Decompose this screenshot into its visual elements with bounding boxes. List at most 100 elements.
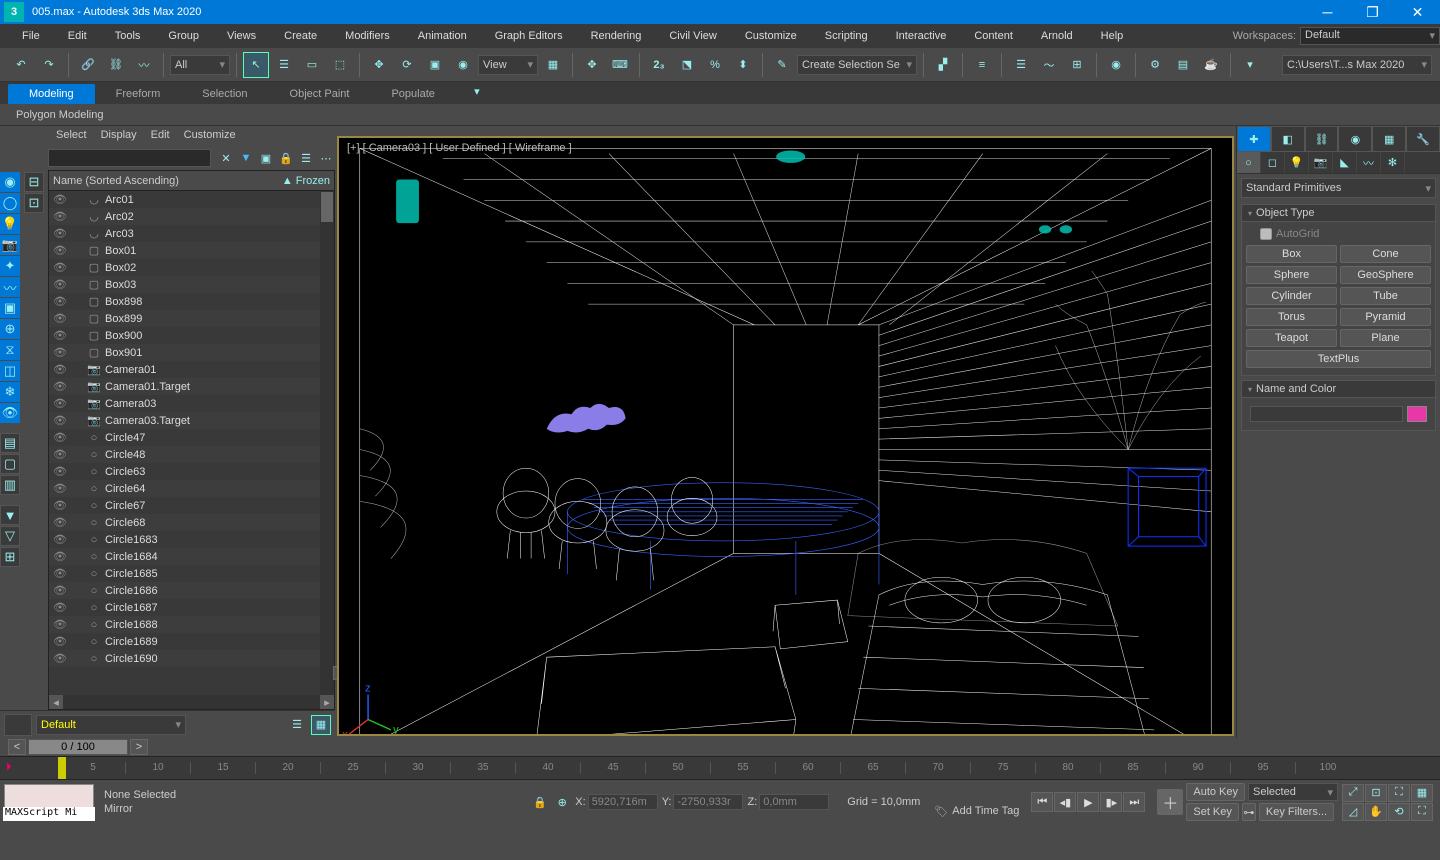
filter-containers-icon[interactable]: ◫ <box>0 361 20 381</box>
align-button[interactable]: ≡ <box>969 52 995 78</box>
open-explorer-button[interactable]: ▾ <box>1237 52 1263 78</box>
freeze-icon[interactable] <box>69 482 83 496</box>
list-item[interactable]: 👁○Circle1683 <box>49 531 334 548</box>
primitive-cylinder-button[interactable]: Cylinder <box>1246 287 1337 305</box>
menu-help[interactable]: Help <box>1087 27 1138 45</box>
edit-named-sel-button[interactable]: ✎ <box>769 52 795 78</box>
visibility-icon[interactable]: 👁 <box>53 312 67 326</box>
hierarchy-tab-icon[interactable]: ⛓ <box>1305 126 1339 152</box>
prev-frame-icon[interactable]: ◂▮ <box>1054 792 1076 812</box>
percent-snap-button[interactable]: % <box>702 52 728 78</box>
list-item[interactable]: 👁▢Box900 <box>49 327 334 344</box>
menu-create[interactable]: Create <box>270 27 331 45</box>
freeze-icon[interactable] <box>69 397 83 411</box>
visibility-icon[interactable]: 👁 <box>53 499 67 513</box>
visibility-icon[interactable]: 👁 <box>53 635 67 649</box>
menu-arnold[interactable]: Arnold <box>1027 27 1087 45</box>
project-path[interactable]: C:\Users\T...s Max 2020▾ <box>1282 55 1432 75</box>
list-item[interactable]: 👁○Circle67 <box>49 497 334 514</box>
freeze-icon[interactable] <box>69 499 83 513</box>
select-by-name-button[interactable]: ☰ <box>271 52 297 78</box>
menu-customize[interactable]: Customize <box>731 27 811 45</box>
list-item[interactable]: 👁📷Camera01.Target <box>49 378 334 395</box>
freeze-icon[interactable] <box>69 244 83 258</box>
curve-editor-button[interactable]: 〜 <box>1036 52 1062 78</box>
freeze-icon[interactable] <box>69 601 83 615</box>
clear-search-icon[interactable]: ✕ <box>217 149 235 167</box>
keyfilters-button[interactable]: Key Filters... <box>1259 803 1334 821</box>
list-item[interactable]: 👁○Circle1689 <box>49 633 334 650</box>
filter-hidden-icon[interactable]: 👁 <box>0 403 20 423</box>
utilities-tab-icon[interactable]: 🔧 <box>1406 126 1440 152</box>
select-object-button[interactable]: ↖ <box>243 52 269 78</box>
angle-snap-button[interactable]: ⬔ <box>674 52 700 78</box>
spinner-snap-button[interactable]: ⬍ <box>730 52 756 78</box>
zoom-extents-all-icon[interactable]: ▦ <box>1411 784 1433 802</box>
fov-icon[interactable]: ◿ <box>1342 803 1364 821</box>
view-options-icon[interactable]: ☰ <box>297 149 315 167</box>
freeze-icon[interactable] <box>69 567 83 581</box>
zoom-extents-icon[interactable]: ⛶ <box>1388 784 1410 802</box>
list-item[interactable]: 👁▢Box899 <box>49 310 334 327</box>
mirror-button[interactable]: ▞ <box>930 52 956 78</box>
menu-animation[interactable]: Animation <box>404 27 481 45</box>
keyboard-shortcut-button[interactable]: ⌨ <box>607 52 633 78</box>
expand-icon[interactable]: ⊞ <box>0 547 20 567</box>
timeline[interactable]: ⏵ 51015202530354045505560657075808590951… <box>0 756 1440 780</box>
visibility-icon[interactable]: 👁 <box>53 601 67 615</box>
cameras-subtab-icon[interactable]: 📷 <box>1309 152 1333 173</box>
time-slider-field[interactable]: 0 / 100 <box>28 739 128 755</box>
visibility-icon[interactable]: 👁 <box>53 465 67 479</box>
create-tab-icon[interactable]: ✚ <box>1237 126 1271 152</box>
display-invert-icon[interactable]: ▥ <box>0 475 20 495</box>
filter-geometry-icon[interactable]: ◉ <box>0 172 20 192</box>
filter-groups-icon[interactable]: ▣ <box>0 298 20 318</box>
sort-icon[interactable]: ▼ <box>0 505 20 525</box>
render-setup-button[interactable]: ⚙ <box>1142 52 1168 78</box>
autokey-button[interactable]: Auto Key <box>1186 783 1245 801</box>
visibility-icon[interactable]: 👁 <box>53 516 67 530</box>
sort2-icon[interactable]: ▽ <box>0 526 20 546</box>
menu-grapheditors[interactable]: Graph Editors <box>481 27 577 45</box>
move-button[interactable]: ✥ <box>366 52 392 78</box>
ribbon-toggle-icon[interactable]: ▾ <box>464 78 490 104</box>
primitive-box-button[interactable]: Box <box>1246 245 1337 263</box>
tab-freeform[interactable]: Freeform <box>95 84 182 104</box>
list-item[interactable]: 👁▢Box01 <box>49 242 334 259</box>
freeze-icon[interactable] <box>69 380 83 394</box>
menu-file[interactable]: File <box>8 27 54 45</box>
list-item[interactable]: 👁○Circle47 <box>49 429 334 446</box>
freeze-icon[interactable] <box>69 261 83 275</box>
filter-xrefs-icon[interactable]: ⊕ <box>0 319 20 339</box>
minimize-button[interactable]: ─ <box>1305 0 1350 24</box>
list-item[interactable]: 👁○Circle48 <box>49 446 334 463</box>
undo-button[interactable]: ↶ <box>8 52 34 78</box>
freeze-icon[interactable] <box>69 533 83 547</box>
shapes-subtab-icon[interactable]: ◻ <box>1261 152 1285 173</box>
time-tag-icon[interactable]: 🏷 <box>934 805 948 818</box>
list-item[interactable]: 👁◡Arc03 <box>49 225 334 242</box>
column-frozen[interactable]: ▲ Frozen <box>270 175 330 187</box>
bind-spacewarp-button[interactable]: 〰 <box>131 52 157 78</box>
selection-filter[interactable]: All▾ <box>170 55 230 75</box>
visibility-icon[interactable]: 👁 <box>53 397 67 411</box>
freeze-icon[interactable] <box>69 618 83 632</box>
visibility-icon[interactable]: 👁 <box>53 227 67 241</box>
redo-button[interactable]: ↷ <box>36 52 62 78</box>
visibility-icon[interactable]: 👁 <box>53 329 67 343</box>
modify-tab-icon[interactable]: ◧ <box>1271 126 1305 152</box>
list-item[interactable]: 👁📷Camera03.Target <box>49 412 334 429</box>
scene-menu-edit[interactable]: Edit <box>151 129 170 143</box>
freeze-icon[interactable] <box>69 414 83 428</box>
tab-populate[interactable]: Populate <box>370 84 455 104</box>
list-item[interactable]: 👁📷Camera01 <box>49 361 334 378</box>
visibility-icon[interactable]: 👁 <box>53 431 67 445</box>
viewport-label[interactable]: [+] [ Camera03 ] [ User Defined ] [ Wire… <box>347 142 572 154</box>
next-frame-icon[interactable]: ▮▸ <box>1100 792 1122 812</box>
menu-tools[interactable]: Tools <box>101 27 155 45</box>
visibility-icon[interactable]: 👁 <box>53 533 67 547</box>
maximize-button[interactable]: ❐ <box>1350 0 1395 24</box>
keymode-selector[interactable]: Selected▾ <box>1248 783 1338 801</box>
list-item[interactable]: 👁▢Box03 <box>49 276 334 293</box>
goto-start-icon[interactable]: ⏮ <box>1031 792 1053 812</box>
